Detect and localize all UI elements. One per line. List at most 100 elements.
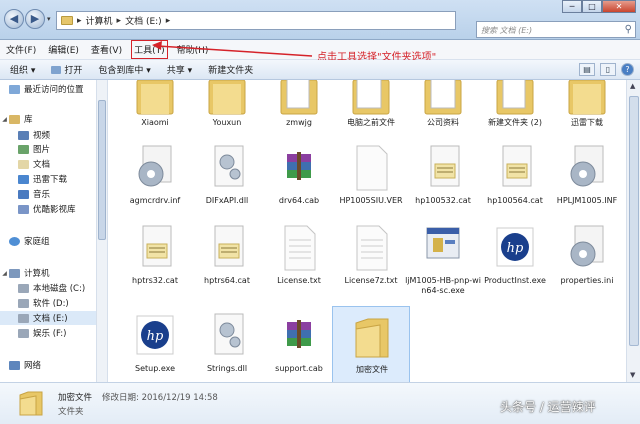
file-name: HP1005SIU.VER (339, 196, 403, 205)
dll-file-icon (214, 313, 244, 355)
nav-library[interactable]: ◢ 库 (0, 112, 104, 126)
nav-computer[interactable]: ◢ 计算机 (0, 266, 104, 280)
nav-library-music[interactable]: 音乐 (0, 187, 104, 201)
file-name: properties.ini (560, 276, 614, 285)
address-bar[interactable]: ▸ 计算机 ▸ 文档 (E:) ▸ (56, 11, 456, 30)
library-icon (9, 114, 20, 124)
maximize-button[interactable]: □ (582, 0, 602, 13)
nav-label: 本地磁盘 (C:) (33, 284, 86, 294)
installer-icon (426, 227, 460, 259)
breadcrumb-computer[interactable]: 计算机 (86, 14, 113, 27)
file-name: Strings.dll (206, 364, 248, 373)
file-item[interactable]: DIFxAPI.dll (188, 138, 266, 216)
svg-text:hp: hp (507, 241, 524, 256)
file-name: License7z.txt (344, 276, 398, 285)
nav-recent[interactable]: 最近访问的位置 (0, 82, 104, 96)
share-button[interactable]: 共享 ▾ (167, 63, 192, 76)
file-item[interactable]: hp100532.cat (404, 138, 482, 216)
nav-library-documents[interactable]: 文档 (0, 157, 104, 171)
nav-library-youku[interactable]: 优酷影视库 (0, 202, 104, 216)
file-item[interactable]: HP1005SIU.VER (332, 138, 410, 216)
selected-item-name: 加密文件 (58, 393, 93, 403)
nav-network[interactable]: 网络 (0, 358, 104, 372)
search-input[interactable]: 搜索 文档 (E:) ⚲ (476, 21, 636, 38)
nav-drive-d[interactable]: 软件 (D:) (0, 296, 104, 310)
menu-edit[interactable]: 编辑(E) (48, 43, 79, 56)
file-item[interactable]: ljM1005-HB-pnp-win64-sc.exe (404, 218, 482, 306)
file-item-selected[interactable]: 加密文件 (332, 306, 410, 382)
document-icon (18, 159, 29, 169)
hp-logo-icon: hp (136, 315, 174, 355)
nav-label: 网络 (24, 361, 42, 371)
organize-button[interactable]: 组织 ▾ (10, 63, 35, 76)
scroll-down-icon[interactable]: ▼ (630, 371, 635, 379)
file-item[interactable]: hptrs32.cat (116, 218, 194, 296)
menu-tools[interactable]: 工具(T) (131, 40, 168, 59)
nav-label: 音乐 (33, 190, 51, 200)
nav-label: 文档 (33, 160, 51, 170)
file-item[interactable]: Strings.dll (188, 306, 266, 382)
file-list: Xiaomi Youxun zmwjg 电脑之前文件 公司资料 新建文件夹 (2… (108, 80, 626, 382)
hp-logo-icon: hp (496, 227, 534, 267)
collapse-icon[interactable]: ◢ (0, 116, 9, 123)
nav-scrollbar[interactable] (96, 80, 107, 382)
nav-drive-c[interactable]: 本地磁盘 (C:) (0, 281, 104, 295)
nav-label: 计算机 (24, 269, 50, 279)
file-item[interactable]: hptrs64.cat (188, 218, 266, 296)
nav-label: 家庭组 (24, 237, 50, 247)
selected-item-modified: 修改日期: 2016/12/19 14:58 (102, 393, 218, 403)
minimize-button[interactable]: ─ (562, 0, 582, 13)
close-button[interactable]: ✕ (602, 0, 636, 13)
menu-help[interactable]: 帮助(H) (177, 43, 209, 56)
file-name: hptrs64.cat (204, 276, 250, 285)
content-scrollbar[interactable]: ▲ ▼ (626, 80, 640, 382)
help-icon[interactable]: ? (621, 63, 634, 76)
open-icon (51, 66, 62, 74)
file-item[interactable]: properties.ini (548, 218, 626, 296)
file-item[interactable]: hp Setup.exe (116, 306, 194, 382)
catalog-file-icon (214, 225, 244, 267)
file-item[interactable]: License.txt (260, 218, 338, 296)
file-name: Xiaomi (141, 118, 169, 127)
scroll-up-icon[interactable]: ▲ (630, 82, 635, 90)
file-name: License.txt (277, 276, 321, 285)
nav-library-thunder[interactable]: 迅雷下载 (0, 172, 104, 186)
change-view-button[interactable]: ▤ (579, 63, 595, 76)
computer-icon (9, 268, 20, 278)
nav-label: 娱乐 (F:) (33, 329, 67, 339)
nav-drive-f[interactable]: 娱乐 (F:) (0, 326, 104, 340)
file-name: hptrs32.cat (132, 276, 178, 285)
explorer-window: ◀ ▶ ▾ ▸ 计算机 ▸ 文档 (E:) ▸ 搜索 文档 (E:) ⚲ ─ □… (0, 0, 640, 424)
collapse-icon[interactable]: ◢ (0, 270, 9, 277)
content-scroll-thumb[interactable] (629, 96, 639, 346)
file-item[interactable]: drv64.cab (260, 138, 338, 216)
nav-library-videos[interactable]: 视频 (0, 128, 104, 142)
chevron-right-icon: ▸ (165, 15, 171, 26)
include-in-library-button[interactable]: 包含到库中 ▾ (98, 63, 150, 76)
drive-icon (18, 298, 29, 308)
forward-button[interactable]: ▶ (25, 9, 45, 29)
file-item[interactable]: License7z.txt (332, 218, 410, 296)
menu-view[interactable]: 查看(V) (91, 43, 122, 56)
blank-file-icon (356, 145, 388, 191)
menu-file[interactable]: 文件(F) (6, 43, 36, 56)
recent-pages-dropdown[interactable]: ▾ (47, 15, 51, 23)
search-icon[interactable]: ⚲ (625, 24, 632, 35)
back-button[interactable]: ◀ (4, 9, 24, 29)
preview-pane-button[interactable]: ▯ (600, 63, 616, 76)
nav-drive-e[interactable]: 文档 (E:) (0, 311, 104, 325)
file-item[interactable]: hp ProductInst.exe (476, 218, 554, 296)
breadcrumb-drive-e[interactable]: 文档 (E:) (125, 14, 162, 27)
file-item[interactable]: hp100564.cat (476, 138, 554, 216)
nav-library-pictures[interactable]: 图片 (0, 142, 104, 156)
open-button[interactable]: 打开 (51, 63, 82, 76)
nav-scroll-thumb[interactable] (98, 100, 106, 240)
file-item[interactable]: support.cab (260, 306, 338, 382)
video-library-icon (18, 204, 29, 214)
file-item[interactable]: HPLJM1005.INF (548, 138, 626, 216)
nav-homegroup[interactable]: 家庭组 (0, 234, 104, 248)
video-icon (18, 130, 29, 140)
file-item[interactable]: agmcrdrv.inf (116, 138, 194, 216)
new-folder-button[interactable]: 新建文件夹 (208, 63, 253, 76)
chevron-right-icon: ▸ (77, 15, 82, 26)
